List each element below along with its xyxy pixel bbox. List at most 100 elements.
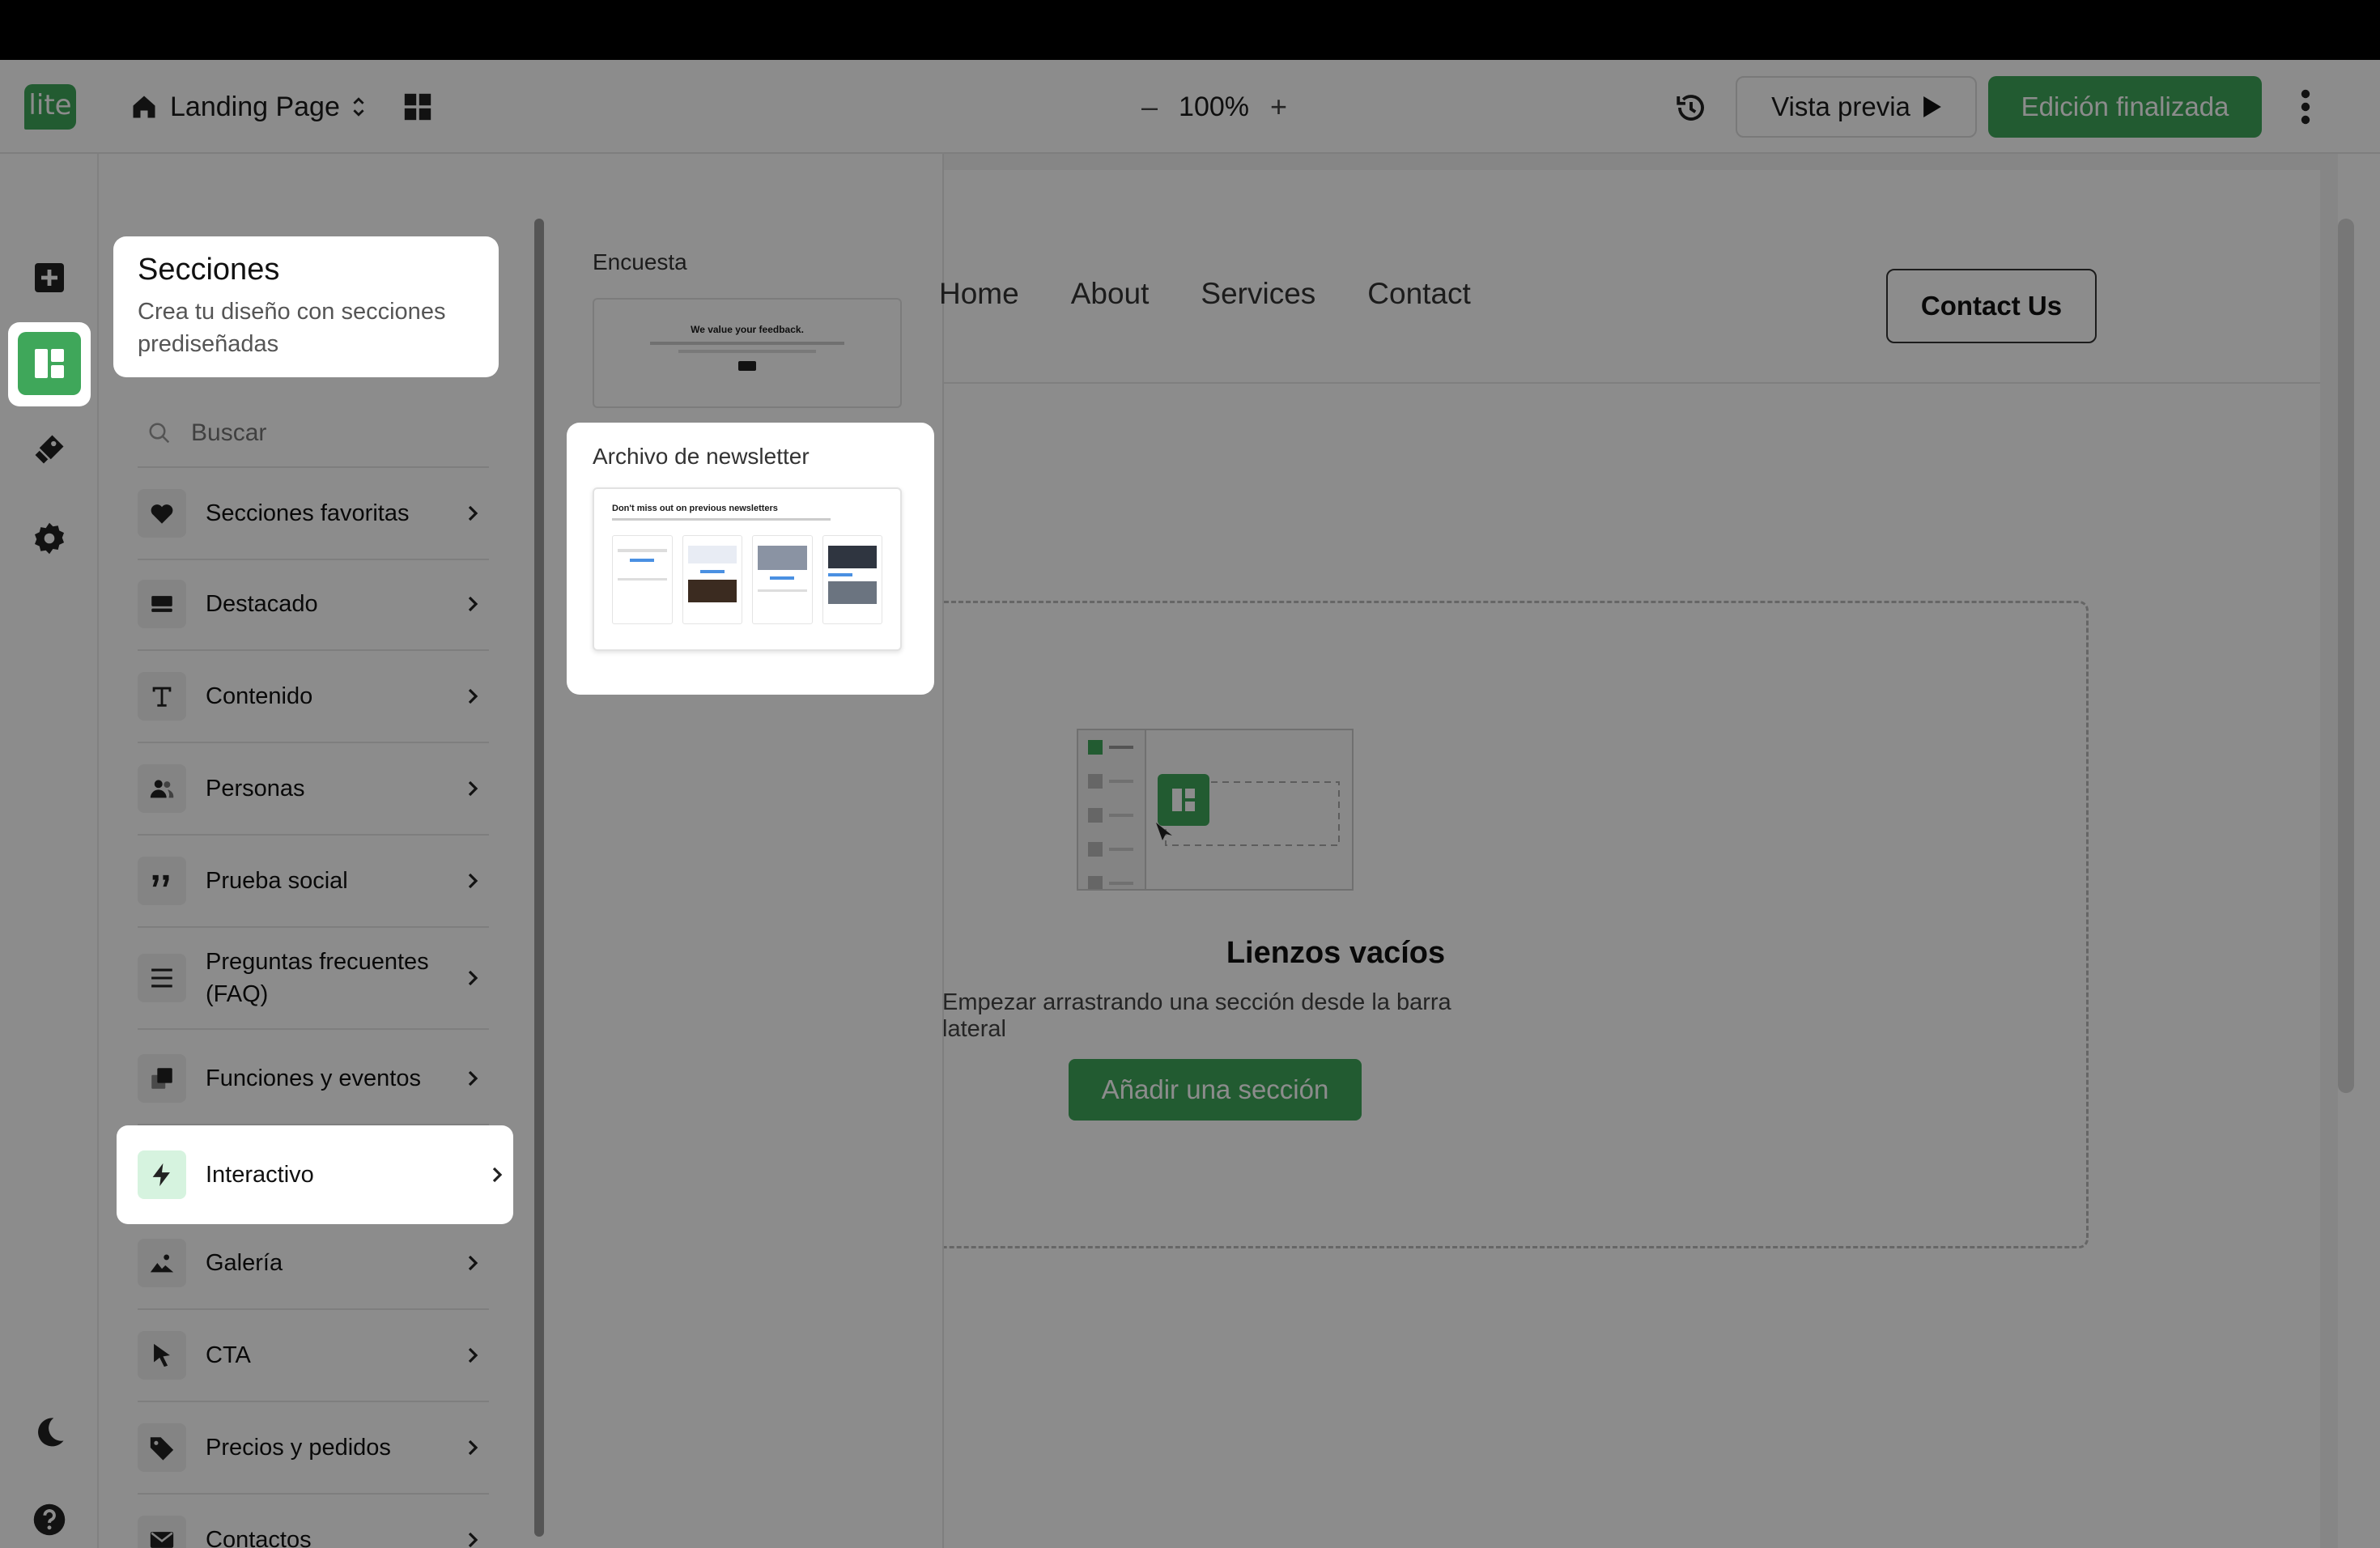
- done-editing-button[interactable]: Edición finalizada: [1988, 76, 2262, 138]
- chevron-right-icon: [468, 970, 478, 986]
- sections-button[interactable]: [8, 322, 91, 406]
- chevron-right-icon: [468, 1347, 478, 1363]
- hero-icon: [138, 580, 186, 628]
- chevron-right-icon: [468, 1070, 478, 1087]
- variant-label-newsletter: Archivo de newsletter: [593, 444, 810, 469]
- sections-description: Crea tu diseño con secciones prediseñada…: [138, 299, 446, 357]
- section-category-galeria[interactable]: Galería: [138, 1218, 489, 1310]
- mail-icon: [138, 1516, 186, 1548]
- chevron-right-icon: [468, 780, 478, 797]
- newsletter-thumbnail: Don't miss out on previous newsletters: [593, 487, 902, 651]
- history-icon[interactable]: [1674, 91, 1708, 125]
- dark-mode-button[interactable]: [18, 1401, 81, 1464]
- plus-box-icon: [35, 263, 64, 292]
- empty-drop-zone[interactable]: [944, 601, 2089, 1248]
- section-category-contactos[interactable]: Contactos: [138, 1495, 489, 1548]
- contact-us-button[interactable]: Contact Us: [1886, 269, 2097, 343]
- section-category-label: Secciones favoritas: [206, 500, 410, 526]
- logo[interactable]: lite: [24, 84, 76, 130]
- section-category-label: Interactivo: [206, 1162, 314, 1188]
- sections-title: Secciones: [138, 253, 280, 287]
- page-selector[interactable]: Landing Page: [130, 84, 366, 130]
- zoom-level: 100%: [1179, 91, 1249, 122]
- search-input[interactable]: [191, 419, 466, 447]
- section-category-contenido[interactable]: Contenido: [138, 651, 489, 743]
- sections-callout: Secciones Crea tu diseño con secciones p…: [113, 236, 499, 377]
- section-category-label: Funciones y eventos: [206, 1065, 421, 1091]
- preview-button[interactable]: Vista previa: [1736, 76, 1977, 138]
- section-category-cta[interactable]: CTA: [138, 1310, 489, 1402]
- help-icon: [33, 1503, 66, 1536]
- section-category-destacado[interactable]: Destacado: [138, 559, 489, 651]
- chevron-right-icon: [492, 1167, 503, 1183]
- layout-icon: [35, 349, 64, 378]
- add-element-button[interactable]: [18, 246, 81, 309]
- survey-thumbnail[interactable]: We value your feedback.: [593, 298, 902, 408]
- canvas-vertical-scrollbar[interactable]: [2338, 219, 2354, 1093]
- section-category-secciones-favoritas[interactable]: Secciones favoritas: [138, 468, 489, 560]
- section-category-preguntas-frecuentes-faq[interactable]: Preguntas frecuentes (FAQ): [138, 928, 489, 1030]
- section-category-label: Contactos: [206, 1527, 312, 1548]
- image-icon: [138, 1239, 186, 1287]
- more-options-icon[interactable]: [2296, 89, 2315, 125]
- page-name: Landing Page: [170, 91, 340, 122]
- section-category-funciones-y-eventos[interactable]: Funciones y eventos: [138, 1033, 489, 1125]
- section-search[interactable]: [138, 400, 489, 468]
- section-category-label: Precios y pedidos: [206, 1435, 391, 1461]
- variant-label-survey: Encuesta: [593, 249, 687, 274]
- bolt-icon: [138, 1150, 186, 1199]
- zoom-control: – 100% +: [1141, 84, 1287, 130]
- search-icon: [149, 423, 170, 444]
- style-button[interactable]: [18, 418, 81, 481]
- heart-icon: [138, 489, 186, 538]
- section-category-label: Preguntas frecuentes (FAQ): [206, 949, 429, 1007]
- pages-grid-icon[interactable]: [403, 92, 432, 121]
- page-nav-links: Home About Services Contact: [939, 277, 1471, 311]
- add-section-button[interactable]: Añadir una sección: [1069, 1059, 1362, 1121]
- section-category-label: CTA: [206, 1342, 251, 1368]
- play-icon: [1923, 96, 1941, 117]
- survey-thumb-title: We value your feedback.: [691, 324, 804, 335]
- chevron-right-icon: [468, 505, 478, 521]
- section-category-personas[interactable]: Personas: [138, 743, 489, 836]
- section-category-label: Personas: [206, 776, 305, 802]
- help-button[interactable]: [18, 1488, 81, 1548]
- empty-canvas-subtitle: Empezar arrastrando una sección desde la…: [942, 989, 1511, 1043]
- section-category-label: Contenido: [206, 683, 313, 709]
- empty-canvas-illustration: [1077, 729, 1354, 891]
- section-category-precios-y-pedidos[interactable]: Precios y pedidos: [138, 1402, 489, 1495]
- panel-scrollbar[interactable]: [534, 219, 544, 1537]
- text-icon: [138, 672, 186, 721]
- chevron-right-icon: [468, 1440, 478, 1456]
- nav-link-home[interactable]: Home: [939, 277, 1019, 311]
- nav-link-about[interactable]: About: [1071, 277, 1150, 311]
- section-category-prueba-social[interactable]: Prueba social: [138, 836, 489, 928]
- newsletter-thumb-title: Don't miss out on previous newsletters: [612, 504, 778, 513]
- zoom-in-button[interactable]: +: [1270, 90, 1287, 124]
- section-variants-column: Encuesta We value your feedback.: [552, 154, 944, 1548]
- tag-icon: [138, 1423, 186, 1472]
- newsletter-archive-card[interactable]: Archivo de newsletter Don't miss out on …: [567, 423, 934, 695]
- section-category-label: Prueba social: [206, 868, 348, 894]
- nav-link-services[interactable]: Services: [1201, 277, 1315, 311]
- sections-button-inner: [18, 332, 81, 395]
- settings-button[interactable]: [18, 507, 81, 570]
- section-category-label: Destacado: [206, 591, 318, 617]
- section-category-interactivo[interactable]: Interactivo: [117, 1125, 513, 1224]
- chevron-right-icon: [468, 873, 478, 889]
- chevron-right-icon: [468, 1532, 478, 1548]
- people-icon: [138, 764, 186, 813]
- editor-app: lite Landing Page – 100% + Vista previa …: [0, 60, 2380, 1548]
- gear-icon: [34, 522, 65, 555]
- nav-link-contact[interactable]: Contact: [1367, 277, 1471, 311]
- zoom-out-button[interactable]: –: [1141, 90, 1158, 124]
- empty-subtitle-text: Empezar arrastrando una sección desde la…: [942, 989, 1451, 1042]
- chevron-right-icon: [468, 688, 478, 704]
- section-category-label: Galería: [206, 1250, 283, 1276]
- left-rail: [0, 154, 99, 1548]
- updown-icon: [353, 97, 364, 117]
- chevron-right-icon: [468, 1255, 478, 1271]
- moon-icon: [38, 1418, 64, 1447]
- top-toolbar: lite Landing Page – 100% + Vista previa …: [0, 60, 2380, 154]
- features-icon: [138, 1054, 186, 1103]
